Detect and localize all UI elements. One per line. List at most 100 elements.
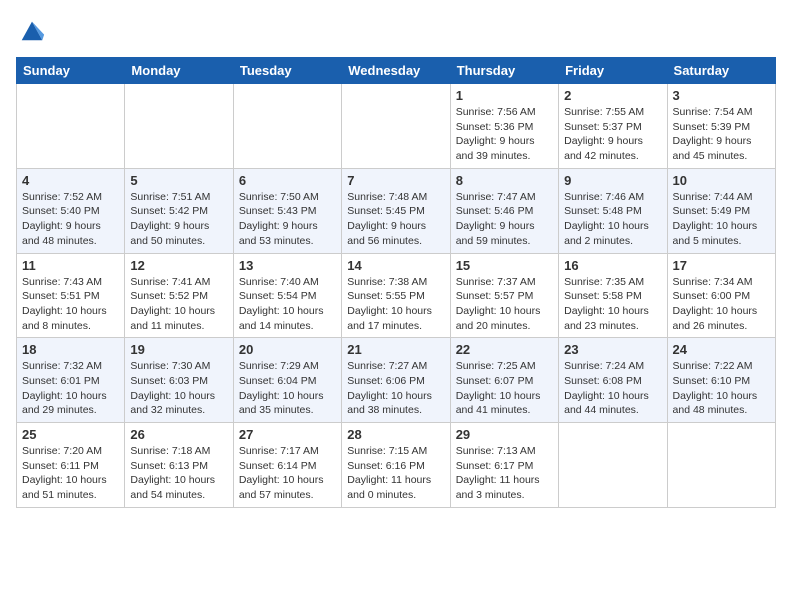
calendar-cell: 21Sunrise: 7:27 AM Sunset: 6:06 PM Dayli… xyxy=(342,338,450,423)
day-info: Sunrise: 7:18 AM Sunset: 6:13 PM Dayligh… xyxy=(130,444,227,503)
day-info: Sunrise: 7:50 AM Sunset: 5:43 PM Dayligh… xyxy=(239,190,336,249)
day-number: 24 xyxy=(673,342,770,357)
day-info: Sunrise: 7:37 AM Sunset: 5:57 PM Dayligh… xyxy=(456,275,553,334)
day-info: Sunrise: 7:17 AM Sunset: 6:14 PM Dayligh… xyxy=(239,444,336,503)
calendar-cell: 3 Sunrise: 7:54 AM Sunset: 5:39 PM Daylig… xyxy=(667,84,775,169)
day-number: 15 xyxy=(456,258,553,273)
calendar-week-4: 18 Sunrise: 7:32 AM Sunset: 6:01 PM Dayli… xyxy=(17,338,776,423)
day-headers-row: SundayMondayTuesdayWednesdayThursdayFrid… xyxy=(17,58,776,84)
calendar-cell: 5 Sunrise: 7:51 AM Sunset: 5:42 PM Daylig… xyxy=(125,168,233,253)
calendar-cell: 22 Sunrise: 7:25 AM Sunset: 6:07 PM Dayli… xyxy=(450,338,558,423)
day-info: Sunrise: 7:52 AM Sunset: 5:40 PM Dayligh… xyxy=(22,190,119,249)
day-info: Sunrise: 7:25 AM Sunset: 6:07 PM Dayligh… xyxy=(456,359,553,418)
day-number: 27 xyxy=(239,427,336,442)
day-number: 3 xyxy=(673,88,770,103)
day-number: 1 xyxy=(456,88,553,103)
calendar-body: 1 Sunrise: 7:56 AM Sunset: 5:36 PM Daylig… xyxy=(17,84,776,508)
calendar-cell: 27 Sunrise: 7:17 AM Sunset: 6:14 PM Dayli… xyxy=(233,423,341,508)
day-header-tuesday: Tuesday xyxy=(233,58,341,84)
day-number: 6 xyxy=(239,173,336,188)
day-info: Sunrise: 7:56 AM Sunset: 5:36 PM Dayligh… xyxy=(456,105,553,164)
day-info: Sunrise: 7:46 AM Sunset: 5:48 PM Dayligh… xyxy=(564,190,661,249)
day-number: 28 xyxy=(347,427,444,442)
day-number: 19 xyxy=(130,342,227,357)
calendar-cell: 16 Sunrise: 7:35 AM Sunset: 5:58 PM Dayli… xyxy=(559,253,667,338)
day-number: 13 xyxy=(239,258,336,273)
calendar-cell: 11 Sunrise: 7:43 AM Sunset: 5:51 PM Dayli… xyxy=(17,253,125,338)
day-number: 2 xyxy=(564,88,661,103)
day-info: Sunrise: 7:55 AM Sunset: 5:37 PM Dayligh… xyxy=(564,105,661,164)
day-info: Sunrise: 7:38 AM Sunset: 5:55 PM Dayligh… xyxy=(347,275,444,334)
logo xyxy=(16,16,46,49)
calendar-cell: 19 Sunrise: 7:30 AM Sunset: 6:03 PM Dayli… xyxy=(125,338,233,423)
day-number: 17 xyxy=(673,258,770,273)
day-number: 7 xyxy=(347,173,444,188)
day-number: 4 xyxy=(22,173,119,188)
calendar-cell: 1 Sunrise: 7:56 AM Sunset: 5:36 PM Daylig… xyxy=(450,84,558,169)
day-header-monday: Monday xyxy=(125,58,233,84)
calendar-cell: 28 Sunrise: 7:15 AM Sunset: 6:16 PM Dayli… xyxy=(342,423,450,508)
page-header xyxy=(16,16,776,49)
calendar-cell: 20Sunrise: 7:29 AM Sunset: 6:04 PM Dayli… xyxy=(233,338,341,423)
calendar-cell xyxy=(233,84,341,169)
day-header-wednesday: Wednesday xyxy=(342,58,450,84)
day-number: 16 xyxy=(564,258,661,273)
calendar-cell: 8 Sunrise: 7:47 AM Sunset: 5:46 PM Daylig… xyxy=(450,168,558,253)
calendar-cell: 12Sunrise: 7:41 AM Sunset: 5:52 PM Dayli… xyxy=(125,253,233,338)
calendar-cell: 10Sunrise: 7:44 AM Sunset: 5:49 PM Dayli… xyxy=(667,168,775,253)
day-info: Sunrise: 7:47 AM Sunset: 5:46 PM Dayligh… xyxy=(456,190,553,249)
calendar-week-2: 4 Sunrise: 7:52 AM Sunset: 5:40 PM Daylig… xyxy=(17,168,776,253)
day-number: 5 xyxy=(130,173,227,188)
day-number: 20 xyxy=(239,342,336,357)
day-info: Sunrise: 7:41 AM Sunset: 5:52 PM Dayligh… xyxy=(130,275,227,334)
day-info: Sunrise: 7:34 AM Sunset: 6:00 PM Dayligh… xyxy=(673,275,770,334)
day-number: 22 xyxy=(456,342,553,357)
calendar-cell xyxy=(342,84,450,169)
calendar-cell: 7 Sunrise: 7:48 AM Sunset: 5:45 PM Daylig… xyxy=(342,168,450,253)
day-header-thursday: Thursday xyxy=(450,58,558,84)
day-number: 10 xyxy=(673,173,770,188)
calendar-cell: 29 Sunrise: 7:13 AM Sunset: 6:17 PM Dayli… xyxy=(450,423,558,508)
day-number: 29 xyxy=(456,427,553,442)
calendar-cell: 14 Sunrise: 7:38 AM Sunset: 5:55 PM Dayli… xyxy=(342,253,450,338)
calendar-cell: 25Sunrise: 7:20 AM Sunset: 6:11 PM Dayli… xyxy=(17,423,125,508)
day-info: Sunrise: 7:43 AM Sunset: 5:51 PM Dayligh… xyxy=(22,275,119,334)
day-info: Sunrise: 7:15 AM Sunset: 6:16 PM Dayligh… xyxy=(347,444,444,503)
calendar-week-5: 25Sunrise: 7:20 AM Sunset: 6:11 PM Dayli… xyxy=(17,423,776,508)
day-info: Sunrise: 7:54 AM Sunset: 5:39 PM Dayligh… xyxy=(673,105,770,164)
calendar-header: SundayMondayTuesdayWednesdayThursdayFrid… xyxy=(17,58,776,84)
day-info: Sunrise: 7:51 AM Sunset: 5:42 PM Dayligh… xyxy=(130,190,227,249)
day-info: Sunrise: 7:40 AM Sunset: 5:54 PM Dayligh… xyxy=(239,275,336,334)
logo-icon xyxy=(18,16,46,44)
day-number: 8 xyxy=(456,173,553,188)
day-number: 23 xyxy=(564,342,661,357)
calendar-cell: 17 Sunrise: 7:34 AM Sunset: 6:00 PM Dayli… xyxy=(667,253,775,338)
calendar-cell: 15 Sunrise: 7:37 AM Sunset: 5:57 PM Dayli… xyxy=(450,253,558,338)
calendar-cell xyxy=(559,423,667,508)
day-info: Sunrise: 7:30 AM Sunset: 6:03 PM Dayligh… xyxy=(130,359,227,418)
calendar-week-1: 1 Sunrise: 7:56 AM Sunset: 5:36 PM Daylig… xyxy=(17,84,776,169)
calendar-cell: 9 Sunrise: 7:46 AM Sunset: 5:48 PM Daylig… xyxy=(559,168,667,253)
day-header-friday: Friday xyxy=(559,58,667,84)
day-header-saturday: Saturday xyxy=(667,58,775,84)
calendar-cell xyxy=(667,423,775,508)
day-number: 14 xyxy=(347,258,444,273)
day-info: Sunrise: 7:32 AM Sunset: 6:01 PM Dayligh… xyxy=(22,359,119,418)
day-number: 11 xyxy=(22,258,119,273)
day-info: Sunrise: 7:35 AM Sunset: 5:58 PM Dayligh… xyxy=(564,275,661,334)
calendar-cell: 6 Sunrise: 7:50 AM Sunset: 5:43 PM Daylig… xyxy=(233,168,341,253)
day-info: Sunrise: 7:13 AM Sunset: 6:17 PM Dayligh… xyxy=(456,444,553,503)
day-info: Sunrise: 7:22 AM Sunset: 6:10 PM Dayligh… xyxy=(673,359,770,418)
calendar: SundayMondayTuesdayWednesdayThursdayFrid… xyxy=(16,57,776,508)
calendar-cell: 4 Sunrise: 7:52 AM Sunset: 5:40 PM Daylig… xyxy=(17,168,125,253)
day-number: 9 xyxy=(564,173,661,188)
day-info: Sunrise: 7:27 AM Sunset: 6:06 PM Dayligh… xyxy=(347,359,444,418)
calendar-cell: 23Sunrise: 7:24 AM Sunset: 6:08 PM Dayli… xyxy=(559,338,667,423)
day-number: 25 xyxy=(22,427,119,442)
day-number: 18 xyxy=(22,342,119,357)
day-info: Sunrise: 7:48 AM Sunset: 5:45 PM Dayligh… xyxy=(347,190,444,249)
calendar-cell xyxy=(125,84,233,169)
calendar-cell xyxy=(17,84,125,169)
calendar-cell: 18 Sunrise: 7:32 AM Sunset: 6:01 PM Dayli… xyxy=(17,338,125,423)
calendar-cell: 24 Sunrise: 7:22 AM Sunset: 6:10 PM Dayli… xyxy=(667,338,775,423)
